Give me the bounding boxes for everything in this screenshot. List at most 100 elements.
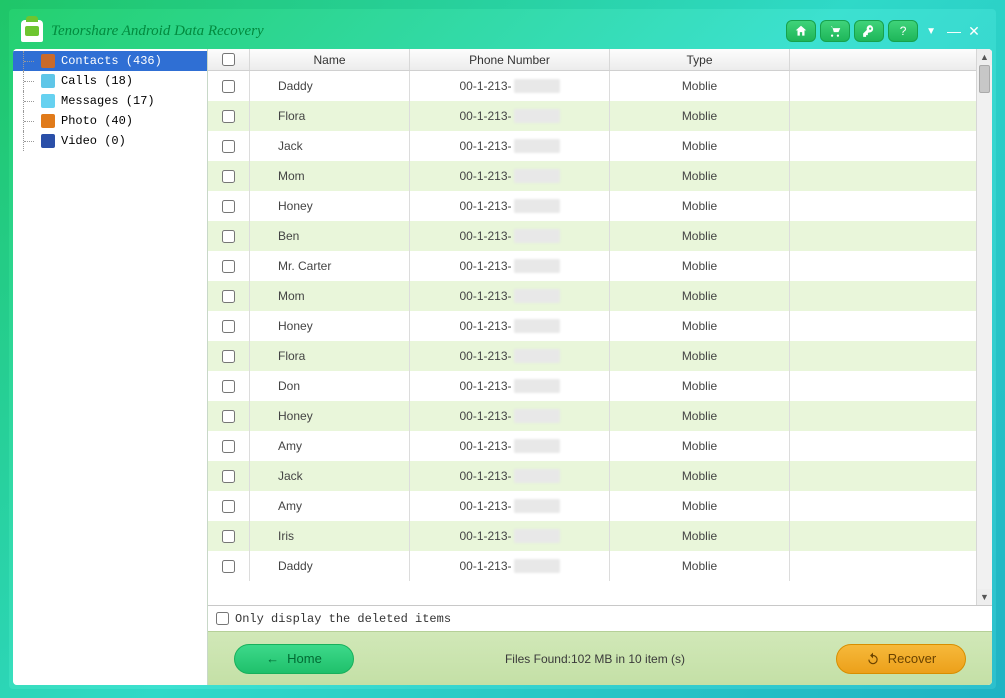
home-button[interactable]: ← Home — [234, 644, 354, 674]
table: Name Phone Number Type Daddy00-1-213-Mob… — [208, 49, 992, 605]
row-checkbox[interactable] — [222, 110, 235, 123]
redacted-phone — [514, 469, 560, 483]
home-icon-button[interactable] — [786, 20, 816, 42]
cell-type: Moblie — [610, 161, 790, 191]
table-row[interactable]: Flora00-1-213-Moblie — [208, 101, 992, 131]
table-header: Name Phone Number Type — [208, 49, 992, 71]
cell-name: Jack — [250, 461, 410, 491]
row-checkbox-cell — [208, 521, 250, 551]
sidebar-item-calls[interactable]: Calls (18) — [13, 71, 207, 91]
row-checkbox[interactable] — [222, 500, 235, 513]
table-row[interactable]: Daddy00-1-213-Moblie — [208, 71, 992, 101]
redacted-phone — [514, 289, 560, 303]
table-row[interactable]: Honey00-1-213-Moblie — [208, 401, 992, 431]
close-button[interactable]: ✕ — [964, 23, 984, 40]
sidebar-item-video[interactable]: Video (0) — [13, 131, 207, 151]
table-row[interactable]: Ben00-1-213-Moblie — [208, 221, 992, 251]
row-checkbox[interactable] — [222, 170, 235, 183]
cell-phone: 00-1-213- — [410, 101, 610, 131]
cell-type: Moblie — [610, 401, 790, 431]
row-checkbox-cell — [208, 71, 250, 101]
row-checkbox-cell — [208, 101, 250, 131]
redacted-phone — [514, 439, 560, 453]
header-phone[interactable]: Phone Number — [410, 49, 610, 70]
undo-icon — [866, 652, 880, 666]
redacted-phone — [514, 379, 560, 393]
row-checkbox[interactable] — [222, 140, 235, 153]
row-checkbox[interactable] — [222, 80, 235, 93]
table-row[interactable]: Daddy00-1-213-Moblie — [208, 551, 992, 581]
row-checkbox[interactable] — [222, 200, 235, 213]
select-all-checkbox[interactable] — [222, 53, 235, 66]
row-checkbox[interactable] — [222, 260, 235, 273]
help-icon-button[interactable]: ? — [888, 20, 918, 42]
titlebar: Tenorshare Android Data Recovery ? ▼ — ✕ — [13, 13, 992, 49]
row-checkbox[interactable] — [222, 320, 235, 333]
row-checkbox[interactable] — [222, 380, 235, 393]
scroll-up-icon[interactable]: ▲ — [977, 49, 992, 65]
table-row[interactable]: Mr. Carter00-1-213-Moblie — [208, 251, 992, 281]
row-checkbox[interactable] — [222, 470, 235, 483]
cart-icon-button[interactable] — [820, 20, 850, 42]
chevron-down-icon[interactable]: ▼ — [926, 26, 936, 37]
row-checkbox[interactable] — [222, 290, 235, 303]
table-row[interactable]: Amy00-1-213-Moblie — [208, 431, 992, 461]
cell-name: Flora — [250, 341, 410, 371]
cell-phone: 00-1-213- — [410, 341, 610, 371]
row-checkbox[interactable] — [222, 440, 235, 453]
cell-name: Jack — [250, 131, 410, 161]
cell-type: Moblie — [610, 341, 790, 371]
cell-type: Moblie — [610, 191, 790, 221]
redacted-phone — [514, 259, 560, 273]
row-checkbox[interactable] — [222, 560, 235, 573]
header-type[interactable]: Type — [610, 49, 790, 70]
scroll-down-icon[interactable]: ▼ — [977, 589, 992, 605]
table-row[interactable]: Mom00-1-213-Moblie — [208, 281, 992, 311]
row-checkbox[interactable] — [222, 350, 235, 363]
row-checkbox-cell — [208, 221, 250, 251]
redacted-phone — [514, 529, 560, 543]
redacted-phone — [514, 229, 560, 243]
table-row[interactable]: Flora00-1-213-Moblie — [208, 341, 992, 371]
cell-name: Iris — [250, 521, 410, 551]
row-checkbox-cell — [208, 371, 250, 401]
table-row[interactable]: Jack00-1-213-Moblie — [208, 131, 992, 161]
table-row[interactable]: Amy00-1-213-Moblie — [208, 491, 992, 521]
cell-name: Daddy — [250, 71, 410, 101]
row-checkbox[interactable] — [222, 410, 235, 423]
cell-type: Moblie — [610, 521, 790, 551]
row-checkbox[interactable] — [222, 530, 235, 543]
deleted-only-checkbox[interactable] — [216, 612, 229, 625]
sidebar-item-messages[interactable]: Messages (17) — [13, 91, 207, 111]
table-row[interactable]: Honey00-1-213-Moblie — [208, 311, 992, 341]
sidebar-item-label: Video (0) — [61, 134, 126, 148]
row-checkbox-cell — [208, 551, 250, 581]
recover-button[interactable]: Recover — [836, 644, 966, 674]
table-row[interactable]: Iris00-1-213-Moblie — [208, 521, 992, 551]
table-row[interactable]: Honey00-1-213-Moblie — [208, 191, 992, 221]
table-row[interactable]: Mom00-1-213-Moblie — [208, 161, 992, 191]
row-checkbox[interactable] — [222, 230, 235, 243]
recover-button-label: Recover — [888, 651, 936, 666]
sidebar-item-contacts[interactable]: Contacts (436) — [13, 51, 207, 71]
scroll-thumb[interactable] — [979, 65, 990, 93]
deleted-filter-bar: Only display the deleted items — [208, 605, 992, 631]
row-checkbox-cell — [208, 251, 250, 281]
status-text: Files Found:102 MB in 10 item (s) — [354, 652, 836, 666]
sidebar-item-label: Messages (17) — [61, 94, 155, 108]
app-title: Tenorshare Android Data Recovery — [51, 23, 264, 40]
cell-name: Daddy — [250, 551, 410, 581]
minimize-button[interactable]: — — [944, 23, 964, 39]
messages-icon — [41, 94, 55, 108]
cell-type: Moblie — [610, 311, 790, 341]
table-row[interactable]: Jack00-1-213-Moblie — [208, 461, 992, 491]
cell-phone: 00-1-213- — [410, 311, 610, 341]
row-checkbox-cell — [208, 131, 250, 161]
key-icon-button[interactable] — [854, 20, 884, 42]
header-name[interactable]: Name — [250, 49, 410, 70]
vertical-scrollbar[interactable]: ▲ ▼ — [976, 49, 992, 605]
home-button-label: Home — [287, 651, 322, 666]
table-row[interactable]: Don00-1-213-Moblie — [208, 371, 992, 401]
deleted-only-label: Only display the deleted items — [235, 612, 451, 626]
sidebar-item-photo[interactable]: Photo (40) — [13, 111, 207, 131]
